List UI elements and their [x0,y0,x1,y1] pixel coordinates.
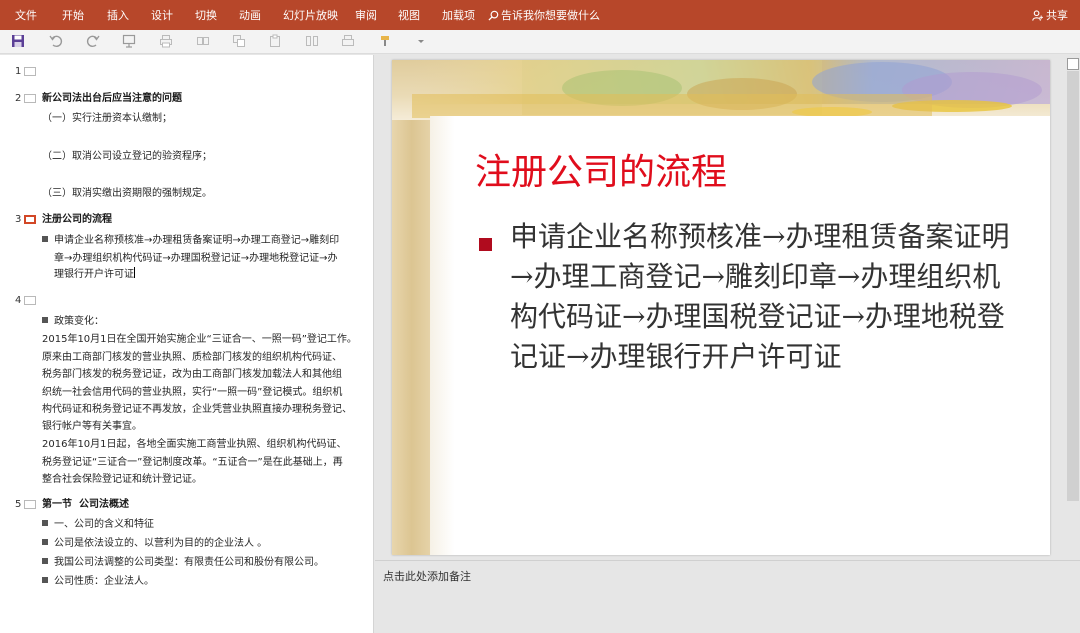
vertical-scrollbar[interactable] [1067,55,1080,560]
printer-icon[interactable] [341,34,357,50]
redo-icon[interactable] [86,34,102,50]
notes-pane[interactable]: 点击此处添加备注 [375,560,1080,633]
slide-title[interactable]: 注册公司的流程 [475,150,727,196]
slide-number: 2 [15,93,22,104]
slide-thumbnail-icon[interactable] [24,67,36,76]
outline-line[interactable]: （三）取消实缴出资期限的强制规定。 [42,185,212,203]
tab-slideshow[interactable]: 幻灯片放映 [283,0,338,30]
tab-animations[interactable]: 动画 [239,0,261,30]
tab-file[interactable]: 文件 [15,0,37,30]
customize-toolbar-icon[interactable] [416,34,432,50]
slide-body-text[interactable]: 申请企业名称预核准→办理租赁备案证明→办理工商登记→雕刻印章→办理组织机构代码证… [510,217,1010,377]
bullet-square-icon [42,558,48,564]
bullet-text: 一、公司的含义和特征 [54,519,154,530]
slide-number: 3 [15,214,22,225]
ribbon-tabs-bar: 文件 开始 插入 设计 切换 动画 幻灯片放映 审阅 视图 加载项 告诉我你想要… [0,0,1080,30]
quick-access-toolbar [0,30,1080,54]
columns-icon[interactable] [305,34,321,50]
outline-line[interactable]: （二）取消公司设立登记的验资程序； [42,148,212,166]
outline-bullet-line[interactable]: 申请企业名称预核准→办理租赁备案证明→办理工商登记→雕刻印 [42,232,339,250]
outline-line[interactable]: （一）实行注册资本认缴制； [42,110,172,128]
notes-placeholder[interactable]: 点击此处添加备注 [383,568,471,584]
bullet-text: 政策变化： [54,316,104,327]
bullet-square-icon [42,577,48,583]
tab-transitions[interactable]: 切换 [195,0,217,30]
share-button[interactable]: 共享 [1032,0,1068,30]
print-icon[interactable] [159,34,175,50]
outline-bullet-line[interactable]: 我国公司法调整的公司类型：有限责任公司和股份有限公司。 [42,554,324,572]
copy-icon[interactable] [232,34,248,50]
tab-insert[interactable]: 插入 [107,0,129,30]
outline-bullet-line[interactable]: 公司是依法设立的、以营利为目的的企业法人 。 [42,535,267,553]
outline-bullet-line[interactable]: 公司性质：企业法人。 [42,573,154,591]
slide-thumbnail-icon[interactable] [24,296,36,305]
slide-number: 1 [15,66,22,77]
search-icon [488,10,499,21]
bullet-text: 公司性质：企业法人。 [54,576,154,587]
outline-line[interactable]: 整合社会保险登记证和统计登记证。 [42,471,202,489]
text-cursor [134,267,135,278]
bullet-square-icon [42,539,48,545]
outline-line[interactable]: 银行帐户等有关事宜。 [42,418,142,436]
tab-review[interactable]: 审阅 [355,0,377,30]
bullet-text: 公司是依法设立的、以营利为目的的企业法人 。 [54,538,268,549]
slide-canvas[interactable]: 注册公司的流程 申请企业名称预核准→办理租赁备案证明→办理工商登记→雕刻印章→办… [392,60,1050,555]
bullet-square-icon [42,236,48,242]
bullet-square-icon [42,317,48,323]
outline-line[interactable]: 2016年10月1日起，各地全面实施工商营业执照、组织机构代码证、 [42,436,347,454]
layout-icon[interactable] [196,34,212,50]
slide-thumbnail-icon[interactable] [24,94,36,103]
slide-number: 4 [15,295,22,306]
outline-slide-title[interactable]: 注册公司的流程 [42,211,112,229]
bullet-text: 申请企业名称预核准→办理租赁备案证明→办理工商登记→雕刻印 [54,235,340,246]
slide-thumbnail-icon[interactable] [24,500,36,509]
share-label: 共享 [1046,9,1068,22]
outline-bullet-line[interactable]: 政策变化： [42,313,104,331]
outline-bullet-line[interactable]: 理银行开户许可证 [54,266,135,284]
outline-line[interactable]: 2015年10月1日在全国开始实施企业“三证合一、一照一码”登记工作。 [42,331,357,349]
tell-me-box[interactable]: 告诉我你想要做什么 [488,0,600,30]
bullet-text: 我国公司法调整的公司类型：有限责任公司和股份有限公司。 [54,557,324,568]
slide-editor: 注册公司的流程 申请企业名称预核准→办理租赁备案证明→办理工商登记→雕刻印章→办… [375,55,1080,560]
outline-line[interactable]: 原来由工商部门核发的营业执照、质检部门核发的组织机构代码证、 [42,349,342,367]
tab-view[interactable]: 视图 [398,0,420,30]
format-painter-icon[interactable] [378,34,394,50]
outline-line[interactable]: 构代码证和税务登记证不再发放，企业凭营业执照直接办理税务登记、 [42,401,352,419]
outline-slide-title[interactable]: 第一节 公司法概述 [42,496,129,514]
outline-pane[interactable]: 1 2 新公司法出台后应当注意的问题 （一）实行注册资本认缴制； （二）取消公司… [0,55,374,633]
undo-icon[interactable] [49,34,65,50]
paste-icon[interactable] [268,34,284,50]
scroll-corner-box[interactable] [1067,58,1079,70]
slide-thumbnail-icon-selected[interactable] [24,215,36,224]
outline-line[interactable]: 税务登记证“三证合一”登记制度改革。“五证合一”是在此基础上，再 [42,454,343,472]
slide-bullet-square-icon [479,238,492,251]
bullet-text: 理银行开户许可证 [54,269,134,280]
tab-design[interactable]: 设计 [151,0,173,30]
outline-slide-title[interactable]: 新公司法出台后应当注意的问题 [42,90,182,108]
scrollbar-thumb[interactable] [1067,71,1079,501]
slide-number: 5 [15,499,22,510]
outline-line[interactable]: 税务部门核发的税务登记证，改为由工商部门核发加载法人和其他组 [42,366,342,384]
outline-bullet-line[interactable]: 一、公司的含义和特征 [42,516,154,534]
tab-addins[interactable]: 加载项 [442,0,475,30]
outline-line[interactable]: 织统一社会信用代码的营业执照，实行“一照一码”登记模式。组织机 [42,384,342,402]
present-icon[interactable] [122,34,138,50]
bullet-square-icon [42,520,48,526]
save-icon[interactable] [11,34,27,50]
tell-me-text: 告诉我你想要做什么 [501,9,600,22]
person-icon [1032,10,1043,21]
tab-home[interactable]: 开始 [62,0,84,30]
